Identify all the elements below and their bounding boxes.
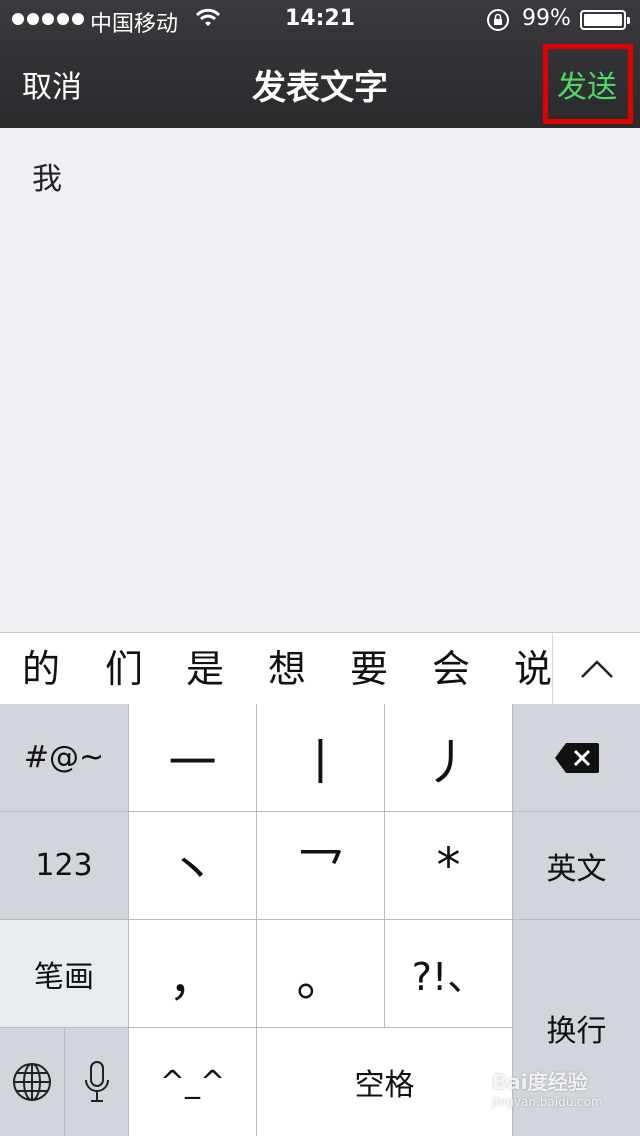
space-key-label: 空格 — [354, 1068, 415, 1103]
backspace-icon — [554, 742, 599, 773]
status-bar: 中国移动 14:21 99% — [0, 0, 640, 40]
wildcard-key[interactable]: * — [385, 812, 512, 919]
key-label: 丨 — [296, 734, 345, 791]
candidate-item[interactable]: 的 — [16, 633, 66, 705]
stroke-key-horizontal[interactable]: 一 — [129, 704, 256, 811]
key-label: 丶 — [168, 842, 217, 899]
punctuation-key[interactable]: ?!、 — [385, 920, 512, 1027]
key-label: * — [436, 837, 461, 894]
stroke-mode-label: 笔画 — [34, 959, 94, 995]
stroke-key-dot[interactable]: 丶 — [129, 812, 256, 919]
stroke-mode-key[interactable]: 笔画 — [0, 920, 128, 1027]
candidate-bar: 的 们 是 想 要 会 说 — [0, 632, 640, 705]
candidate-item[interactable]: 说 — [508, 633, 558, 705]
english-key-label: 英文 — [546, 851, 607, 887]
candidate-item[interactable]: 是 — [180, 633, 230, 705]
rotation-lock-icon — [487, 9, 509, 31]
key-label: 一 — [168, 734, 217, 791]
microphone-icon — [84, 1061, 109, 1102]
stroke-key-turning[interactable]: 乛 — [257, 812, 384, 919]
cancel-button[interactable]: 取消 — [22, 62, 82, 106]
delete-button[interactable] — [513, 704, 640, 811]
send-button[interactable]: 发送 — [557, 62, 617, 106]
key-label: ?!、 — [411, 955, 486, 999]
numbers-key-label: 123 — [35, 848, 93, 883]
chevron-up-icon — [581, 660, 613, 678]
key-label: 丿 — [424, 734, 473, 791]
battery-percentage: 99% — [522, 6, 571, 31]
text-composer[interactable]: 我 — [0, 128, 640, 632]
space-key[interactable]: 空格 — [257, 1028, 512, 1136]
candidate-item[interactable]: 要 — [344, 633, 394, 705]
candidate-item[interactable]: 想 — [262, 633, 312, 705]
expand-candidates-button[interactable] — [552, 633, 640, 705]
battery-icon — [580, 10, 630, 30]
return-key-label: 换行 — [546, 1014, 607, 1049]
symbols-key-label: #@~ — [23, 740, 105, 775]
symbols-key[interactable]: #@~ — [0, 704, 128, 811]
numbers-key[interactable]: 123 — [0, 812, 128, 919]
stroke-key-left-falling[interactable]: 丿 — [385, 704, 512, 811]
navigation-header: 中国移动 14:21 99% 取消 发表文字 发送 — [0, 0, 640, 128]
stroke-key-vertical[interactable]: 丨 — [257, 704, 384, 811]
candidate-item[interactable]: 会 — [426, 633, 476, 705]
key-label: ， — [168, 950, 217, 1007]
english-key[interactable]: 英文 — [513, 812, 640, 919]
emoticon-key-label: ^_^ — [159, 1064, 226, 1100]
watermark-brand: Bai度经验 — [492, 1070, 588, 1094]
key-label: 。 — [296, 950, 345, 1007]
key-label: 乛 — [296, 842, 345, 899]
watermark: Bai度经验 jingyan.baidu.com — [492, 1066, 603, 1109]
period-key[interactable]: 。 — [257, 920, 384, 1027]
globe-key[interactable] — [0, 1028, 64, 1136]
candidate-item[interactable]: 们 — [99, 633, 149, 705]
watermark-url: jingyan.baidu.com — [492, 1095, 603, 1109]
dictation-key[interactable] — [65, 1028, 128, 1136]
composer-text: 我 — [32, 162, 62, 197]
globe-icon — [13, 1063, 51, 1101]
emoticon-key[interactable]: ^_^ — [129, 1028, 256, 1136]
comma-key[interactable]: ， — [129, 920, 256, 1027]
